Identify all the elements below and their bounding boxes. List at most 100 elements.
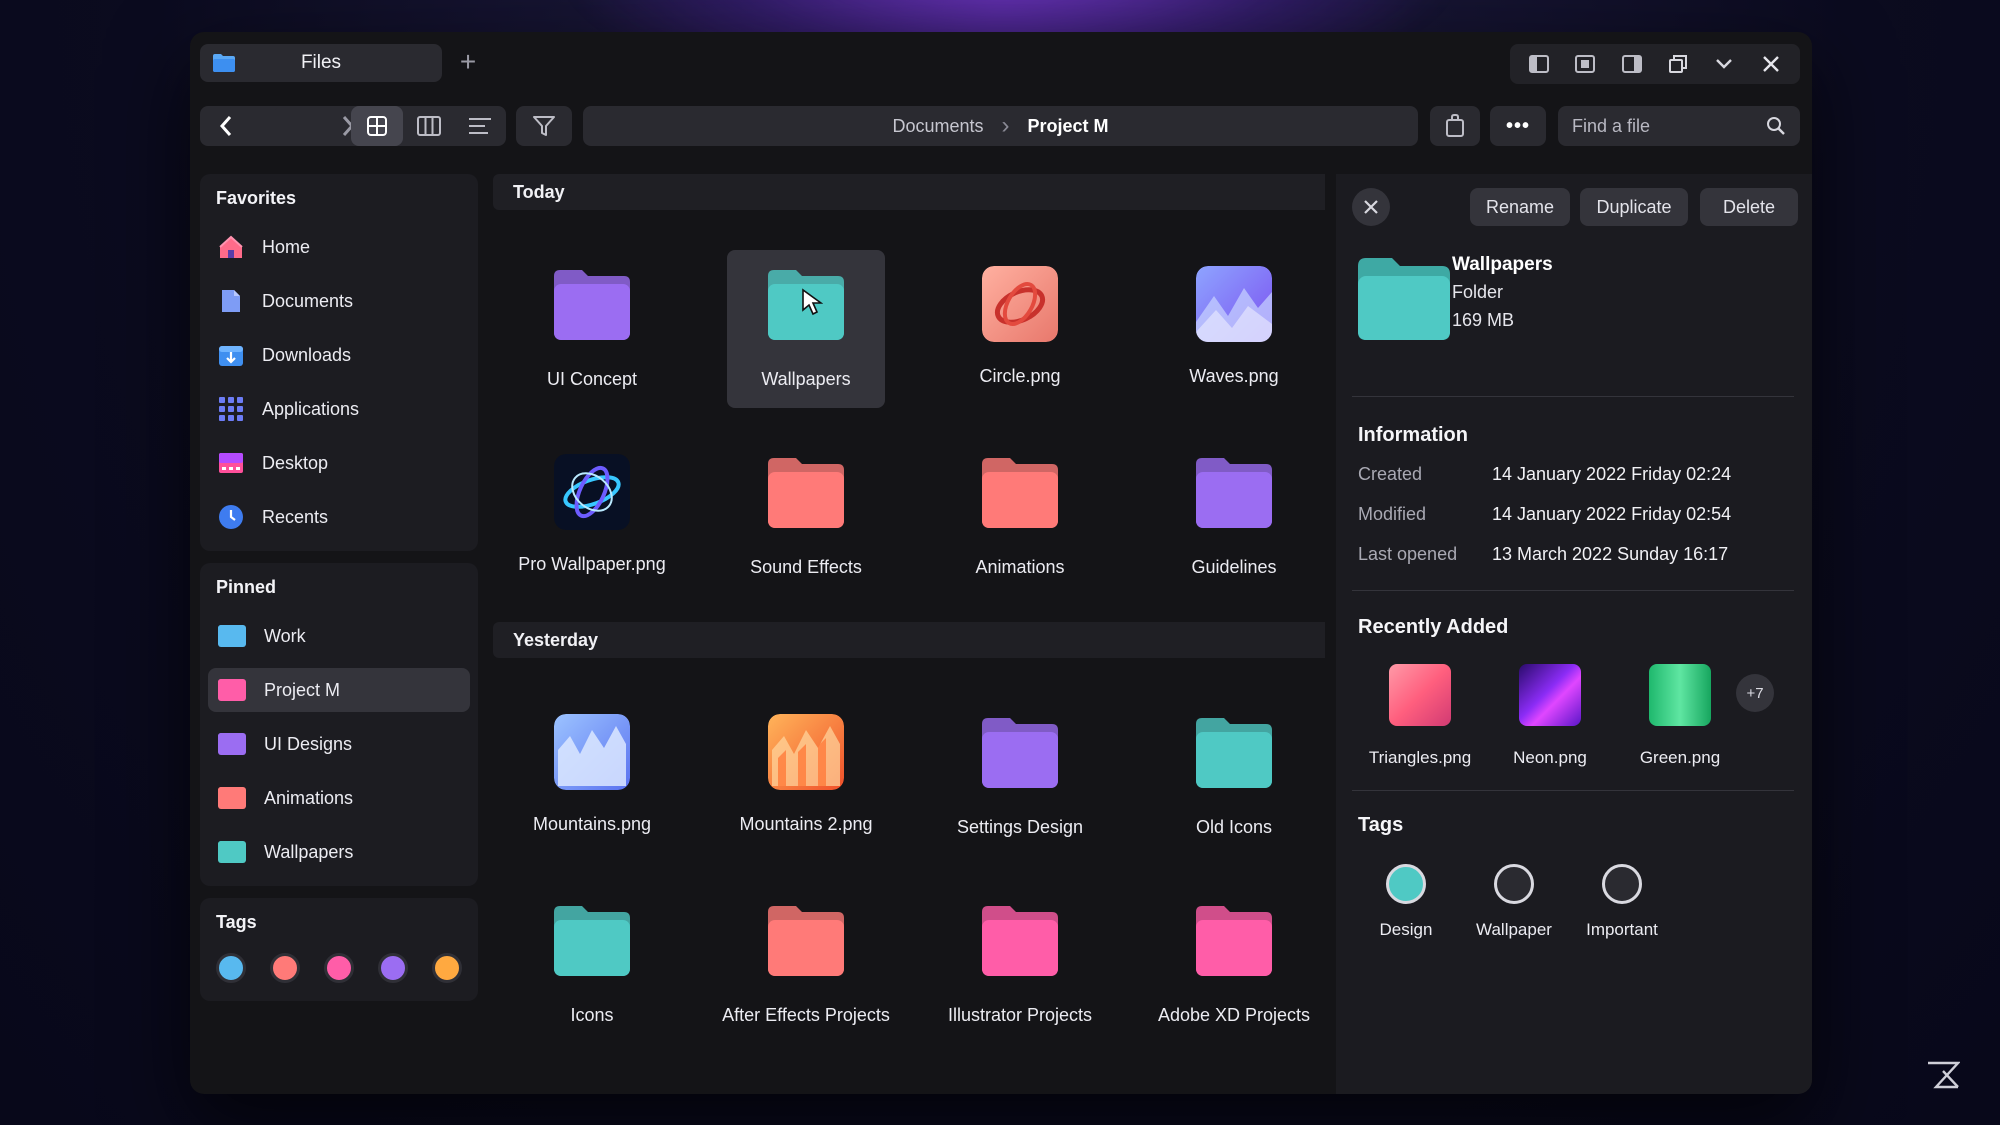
file-name: Illustrator Projects <box>947 1005 1093 1025</box>
sidebar-item-home[interactable]: Home <box>208 225 470 269</box>
file-name: Wallpapers <box>761 369 851 389</box>
new-tab-button[interactable]: + <box>452 46 484 80</box>
tag-name: Important <box>1586 920 1658 939</box>
info-value-created: 14 January 2022 Friday 02:24 <box>1492 464 1732 484</box>
chevron-down-icon <box>1716 59 1733 69</box>
file-item[interactable]: Mountains 2.png <box>727 698 885 856</box>
sidebar-item-label: Downloads <box>262 344 352 365</box>
duplicate-button[interactable]: Duplicate <box>1580 188 1688 226</box>
sidebar-item-ui-designs[interactable]: UI Designs <box>208 722 470 766</box>
folder-icon <box>982 718 1058 793</box>
view-mode-switcher <box>351 106 506 146</box>
tag-blue[interactable] <box>216 953 246 983</box>
list-view-button[interactable] <box>454 106 506 146</box>
tag-important[interactable]: Important <box>1572 864 1672 940</box>
search-input[interactable] <box>1572 115 1762 137</box>
share-icon <box>1446 114 1464 137</box>
file-item[interactable]: Wallpapers <box>727 250 885 408</box>
file-item[interactable]: Animations <box>941 438 1099 596</box>
image-thumbnail <box>1389 664 1451 726</box>
delete-button[interactable]: Delete <box>1700 188 1798 226</box>
rename-button[interactable]: Rename <box>1470 188 1570 226</box>
list-icon <box>469 118 492 134</box>
recent-item-green[interactable]: Green.png <box>1620 664 1740 768</box>
tag-list <box>208 949 470 989</box>
file-item[interactable]: Pro Wallpaper.png <box>513 438 671 596</box>
file-item[interactable]: Guidelines <box>1155 438 1313 596</box>
more-recent-badge[interactable]: +7 <box>1736 674 1774 712</box>
sidebar-item-project-m[interactable]: Project M <box>208 668 470 712</box>
sidebar-item-recents[interactable]: Recents <box>208 495 470 539</box>
tag-name: Design <box>1379 920 1433 939</box>
filter-icon <box>533 116 555 136</box>
tags-title: Tags <box>1358 814 1404 836</box>
file-name: Guidelines <box>1191 557 1277 577</box>
details-panel: Rename Duplicate Delete Wallpapers Folde… <box>1336 174 1812 1094</box>
sidebar-item-downloads[interactable]: Downloads <box>208 333 470 377</box>
tag-purple[interactable] <box>378 953 408 983</box>
file-item[interactable]: UI Concept <box>513 250 671 408</box>
file-item[interactable]: Circle.png <box>941 250 1099 408</box>
favorites-card: Favorites Home Documents Downloads Appli… <box>200 174 478 551</box>
section-yesterday: Yesterday <box>493 622 1325 658</box>
center-panel-toggle-button[interactable] <box>1568 47 1602 81</box>
folder-icon <box>218 787 246 809</box>
tag-wallpaper[interactable]: Wallpaper <box>1464 864 1564 940</box>
folder-icon <box>218 841 246 863</box>
sidebar-item-wallpapers[interactable]: Wallpapers <box>208 830 470 874</box>
breadcrumb-current[interactable]: Project M <box>1028 116 1109 137</box>
section-today: Today <box>493 174 1325 210</box>
filter-button[interactable] <box>518 106 570 146</box>
file-name: Mountains 2.png <box>739 814 873 834</box>
file-item[interactable]: Sound Effects <box>727 438 885 596</box>
restore-icon <box>1669 55 1688 73</box>
tag-coral[interactable] <box>270 953 300 983</box>
restore-button[interactable] <box>1661 47 1695 81</box>
file-item[interactable]: Settings Design <box>941 698 1099 856</box>
recent-item-triangles[interactable]: Triangles.png <box>1360 664 1480 768</box>
search-icon <box>1767 117 1785 135</box>
back-button[interactable] <box>200 106 252 146</box>
divider <box>1352 790 1794 791</box>
file-name: Circle.png <box>979 366 1061 386</box>
close-icon <box>1364 200 1378 214</box>
sidebar-item-applications[interactable]: Applications <box>208 387 470 431</box>
sidebar-item-work[interactable]: Work <box>208 614 470 658</box>
folder-icon <box>1196 718 1272 793</box>
tag-orange[interactable] <box>432 953 462 983</box>
close-details-button[interactable] <box>1352 188 1390 226</box>
grid-icon <box>366 116 387 136</box>
right-panel-toggle-button[interactable] <box>1615 47 1649 81</box>
close-window-button[interactable] <box>1754 47 1788 81</box>
file-item[interactable]: Waves.png <box>1155 250 1313 408</box>
tab-files[interactable]: Files <box>200 44 442 82</box>
file-item[interactable]: Illustrator Projects <box>941 886 1099 1044</box>
folder-icon <box>1196 458 1272 533</box>
minimize-button[interactable] <box>1707 47 1741 81</box>
column-view-button[interactable] <box>403 106 455 146</box>
sidebar-item-documents[interactable]: Documents <box>208 279 470 323</box>
breadcrumb-documents[interactable]: Documents <box>892 116 983 137</box>
left-panel-toggle-button[interactable] <box>1522 47 1556 81</box>
file-item[interactable]: Icons <box>513 886 671 1044</box>
image-thumbnail <box>554 454 630 530</box>
recent-item-neon[interactable]: Neon.png <box>1490 664 1610 768</box>
sidebar-item-desktop[interactable]: Desktop <box>208 441 470 485</box>
tag-dot <box>1494 864 1534 904</box>
tag-pink[interactable] <box>324 953 354 983</box>
image-thumbnail <box>554 714 630 790</box>
filter-group <box>516 106 572 146</box>
divider <box>1352 396 1794 397</box>
file-item[interactable]: Old Icons <box>1155 698 1313 856</box>
file-item[interactable]: Mountains.png <box>513 698 671 856</box>
share-button[interactable] <box>1430 106 1480 146</box>
grid-view-button[interactable] <box>351 106 403 146</box>
tag-design[interactable]: Design <box>1356 864 1456 940</box>
file-name: Pro Wallpaper.png <box>518 554 666 574</box>
folder-icon <box>982 458 1058 533</box>
file-item[interactable]: After Effects Projects <box>722 886 890 1044</box>
file-item[interactable]: Adobe XD Projects <box>1155 886 1313 1044</box>
sidebar-item-animations[interactable]: Animations <box>208 776 470 820</box>
more-options-button[interactable]: ••• <box>1492 106 1544 146</box>
image-thumbnail <box>1519 664 1581 726</box>
